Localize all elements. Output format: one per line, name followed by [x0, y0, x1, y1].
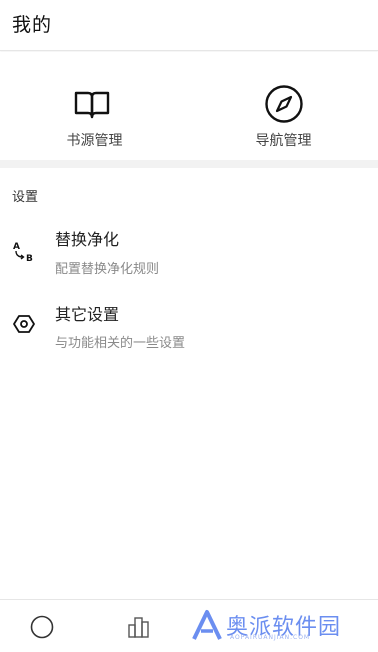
replace-purify-setting[interactable]: A B 替换净化 配置替换净化规则: [0, 218, 378, 288]
compass-icon: [265, 85, 303, 123]
watermark: 奥派软件园 AOPAIRUANJIAN.COM: [190, 607, 378, 645]
navigation-management-button[interactable]: 导航管理: [189, 52, 378, 160]
book-source-management-label: 书源管理: [66, 133, 123, 149]
watermark-subtext: AOPAIRUANJIAN.COM: [230, 634, 311, 641]
replace-purify-subtitle: 配置替换净化规则: [55, 262, 160, 277]
app-bar: 我的: [0, 0, 378, 51]
svg-text:B: B: [26, 254, 33, 264]
circle-icon[interactable]: [29, 614, 55, 640]
settings-section-title: 设置: [12, 190, 39, 205]
page-title: 我的: [12, 14, 53, 36]
navigation-management-label: 导航管理: [255, 133, 312, 149]
section-divider: [0, 160, 378, 168]
other-settings-subtitle: 与功能相关的一些设置: [55, 336, 186, 351]
watermark-logo-icon: [192, 610, 222, 640]
other-settings-title: 其它设置: [55, 305, 120, 324]
other-settings[interactable]: 其它设置 与功能相关的一些设置: [0, 293, 378, 363]
replace-ab-icon: A B: [13, 242, 33, 264]
svg-text:A: A: [13, 242, 20, 252]
book-source-management-button[interactable]: 书源管理: [0, 52, 189, 160]
replace-purify-title: 替换净化: [55, 230, 120, 249]
shortcut-row: 书源管理 导航管理: [0, 52, 378, 160]
bar-chart-icon[interactable]: [126, 614, 152, 640]
hexagon-settings-icon: [13, 315, 35, 333]
book-open-icon: [74, 91, 110, 119]
